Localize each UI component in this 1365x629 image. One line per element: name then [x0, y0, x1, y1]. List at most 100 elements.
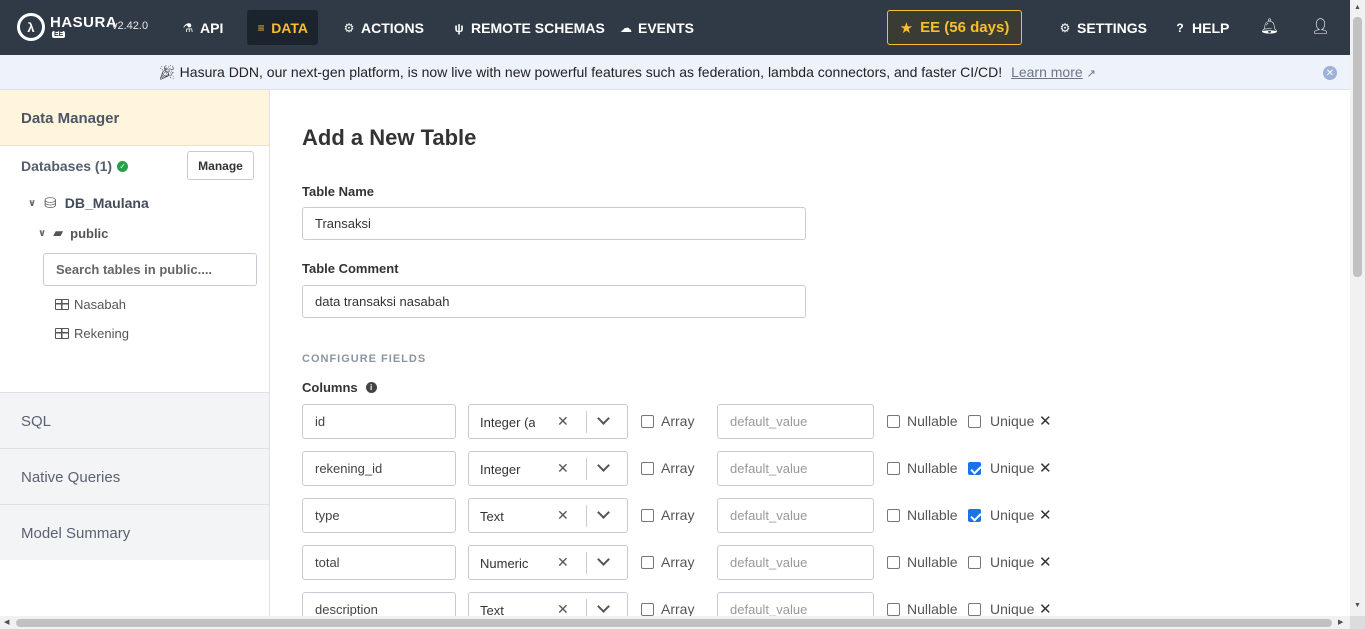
clear-icon[interactable]: ✕ — [557, 554, 569, 571]
array-checkbox[interactable] — [641, 603, 654, 616]
table-icon — [55, 328, 69, 339]
nav-api[interactable]: ⚗ API — [172, 10, 233, 45]
ee-trial-button[interactable]: ★ EE (56 days) — [887, 10, 1022, 45]
nullable-checkbox[interactable] — [887, 462, 900, 475]
flask-icon: ⚗ — [182, 20, 194, 35]
chevron-down-icon[interactable] — [597, 600, 610, 613]
tree-schema[interactable]: ∨ ▰ public — [38, 225, 108, 241]
hasura-logo-icon[interactable]: λ — [17, 13, 45, 41]
scroll-up-icon[interactable]: ▲ — [1354, 4, 1361, 11]
default-value-input[interactable] — [717, 404, 874, 439]
unique-checkbox[interactable] — [968, 415, 981, 428]
nav-events[interactable]: ☁ EVENTS — [610, 10, 704, 45]
remove-column-icon[interactable]: ✕ — [1039, 600, 1052, 616]
column-type-select[interactable]: Integer (a ✕ — [468, 404, 628, 439]
nav-settings[interactable]: ⚙ SETTINGS — [1049, 10, 1157, 45]
manage-button[interactable]: Manage — [187, 151, 254, 180]
chevron-down-icon[interactable] — [597, 506, 610, 519]
tree-database[interactable]: ∨ ⛁ DB_Maulana — [28, 194, 149, 212]
nav-data-label: DATA — [271, 19, 308, 36]
nullable-checkbox[interactable] — [887, 415, 900, 428]
chevron-down-icon[interactable]: ∨ — [38, 228, 46, 239]
unique-checkbox[interactable] — [968, 556, 981, 569]
scroll-right-icon[interactable]: ▶ — [1338, 618, 1343, 626]
remove-column-icon[interactable]: ✕ — [1039, 553, 1052, 571]
column-name-input[interactable] — [302, 404, 456, 439]
sidebar-section-model-summary[interactable]: Model Summary — [0, 504, 269, 560]
chevron-down-icon[interactable] — [597, 412, 610, 425]
clear-icon[interactable]: ✕ — [557, 413, 569, 430]
nav-events-label: EVENTS — [638, 19, 695, 36]
info-icon[interactable]: i — [365, 382, 377, 393]
table-comment-input[interactable] — [302, 285, 806, 318]
array-checkbox[interactable] — [641, 509, 654, 522]
vertical-scroll-thumb[interactable] — [1353, 17, 1362, 277]
database-name: DB_Maulana — [64, 195, 149, 211]
nullable-checkbox[interactable] — [887, 509, 900, 522]
table-name: Nasabah — [74, 297, 127, 312]
nav-data[interactable]: ≡ DATA — [247, 10, 318, 45]
column-type-select[interactable]: Text ✕ — [468, 592, 628, 616]
select-separator — [586, 552, 587, 574]
column-name-input[interactable] — [302, 498, 456, 533]
star-icon: ★ — [899, 19, 914, 37]
chevron-down-icon[interactable] — [597, 553, 610, 566]
nullable-checkbox[interactable] — [887, 603, 900, 616]
clear-icon[interactable]: ✕ — [557, 460, 569, 477]
scroll-left-icon[interactable]: ◀ — [4, 618, 9, 626]
scrollbar-corner — [1350, 616, 1365, 629]
bell-icon[interactable]: 🔔︎ — [1260, 17, 1279, 35]
nav-remote-schemas[interactable]: ψ REMOTE SCHEMAS — [443, 10, 615, 45]
sidebar-section-sql[interactable]: SQL — [0, 392, 269, 448]
table-icon — [55, 299, 69, 310]
clear-icon[interactable]: ✕ — [557, 601, 569, 616]
column-name-input[interactable] — [302, 451, 456, 486]
default-value-input[interactable] — [717, 592, 874, 616]
array-label: Array — [661, 554, 695, 570]
vertical-scrollbar[interactable]: ▲ ▼ — [1350, 0, 1365, 616]
column-name-input[interactable] — [302, 545, 456, 580]
column-type-select[interactable]: Integer ✕ — [468, 451, 628, 486]
close-icon[interactable]: ✕ — [1323, 66, 1337, 80]
column-type-select[interactable]: Text ✕ — [468, 498, 628, 533]
learn-more-link[interactable]: Learn more — [1011, 64, 1083, 80]
sidebar-table-nasabah[interactable]: Nasabah — [55, 297, 126, 312]
nav-api-label: API — [200, 19, 224, 36]
array-checkbox[interactable] — [641, 462, 654, 475]
unique-checkbox[interactable] — [968, 509, 981, 522]
chevron-down-icon[interactable]: ∨ — [28, 198, 36, 209]
remove-column-icon[interactable]: ✕ — [1039, 459, 1052, 477]
nullable-checkbox[interactable] — [887, 556, 900, 569]
sidebar-table-rekening[interactable]: Rekening — [55, 326, 129, 341]
chevron-down-icon[interactable] — [597, 459, 610, 472]
remove-column-icon[interactable]: ✕ — [1039, 412, 1052, 430]
user-icon[interactable]: 👤︎ — [1311, 17, 1330, 35]
column-name-input[interactable] — [302, 592, 456, 616]
horizontal-scroll-thumb[interactable] — [16, 619, 1332, 627]
sidebar-header[interactable]: Data Manager — [0, 90, 269, 146]
default-value-input[interactable] — [717, 545, 874, 580]
folder-open-icon: ▰ — [53, 225, 64, 240]
scroll-down-icon[interactable]: ▼ — [1354, 602, 1361, 609]
column-type-value: Text — [480, 509, 504, 524]
default-value-input[interactable] — [717, 498, 874, 533]
unique-checkbox[interactable] — [968, 603, 981, 616]
column-row: Integer (a ✕ Array Nullable Unique ✕ — [302, 404, 1302, 439]
sidebar: Data Manager Databases (1) ✓ Manage ∨ ⛁ … — [0, 90, 270, 616]
nav-settings-label: SETTINGS — [1077, 19, 1148, 36]
clear-icon[interactable]: ✕ — [557, 507, 569, 524]
table-name-input[interactable] — [302, 207, 806, 240]
nav-actions[interactable]: ⚙ ACTIONS — [333, 10, 434, 45]
horizontal-scrollbar[interactable]: ◀ ▶ — [0, 616, 1350, 629]
remove-column-icon[interactable]: ✕ — [1039, 506, 1052, 524]
array-checkbox[interactable] — [641, 556, 654, 569]
sidebar-section-native-queries[interactable]: Native Queries — [0, 448, 269, 504]
unique-checkbox[interactable] — [968, 462, 981, 475]
nav-help[interactable]: ? HELP — [1164, 10, 1239, 45]
default-value-input[interactable] — [717, 451, 874, 486]
cogs-icon: ⚙ — [343, 20, 355, 35]
unique-label: Unique — [990, 601, 1035, 616]
array-checkbox[interactable] — [641, 415, 654, 428]
table-search-input[interactable] — [43, 253, 257, 286]
column-type-select[interactable]: Numeric ✕ — [468, 545, 628, 580]
